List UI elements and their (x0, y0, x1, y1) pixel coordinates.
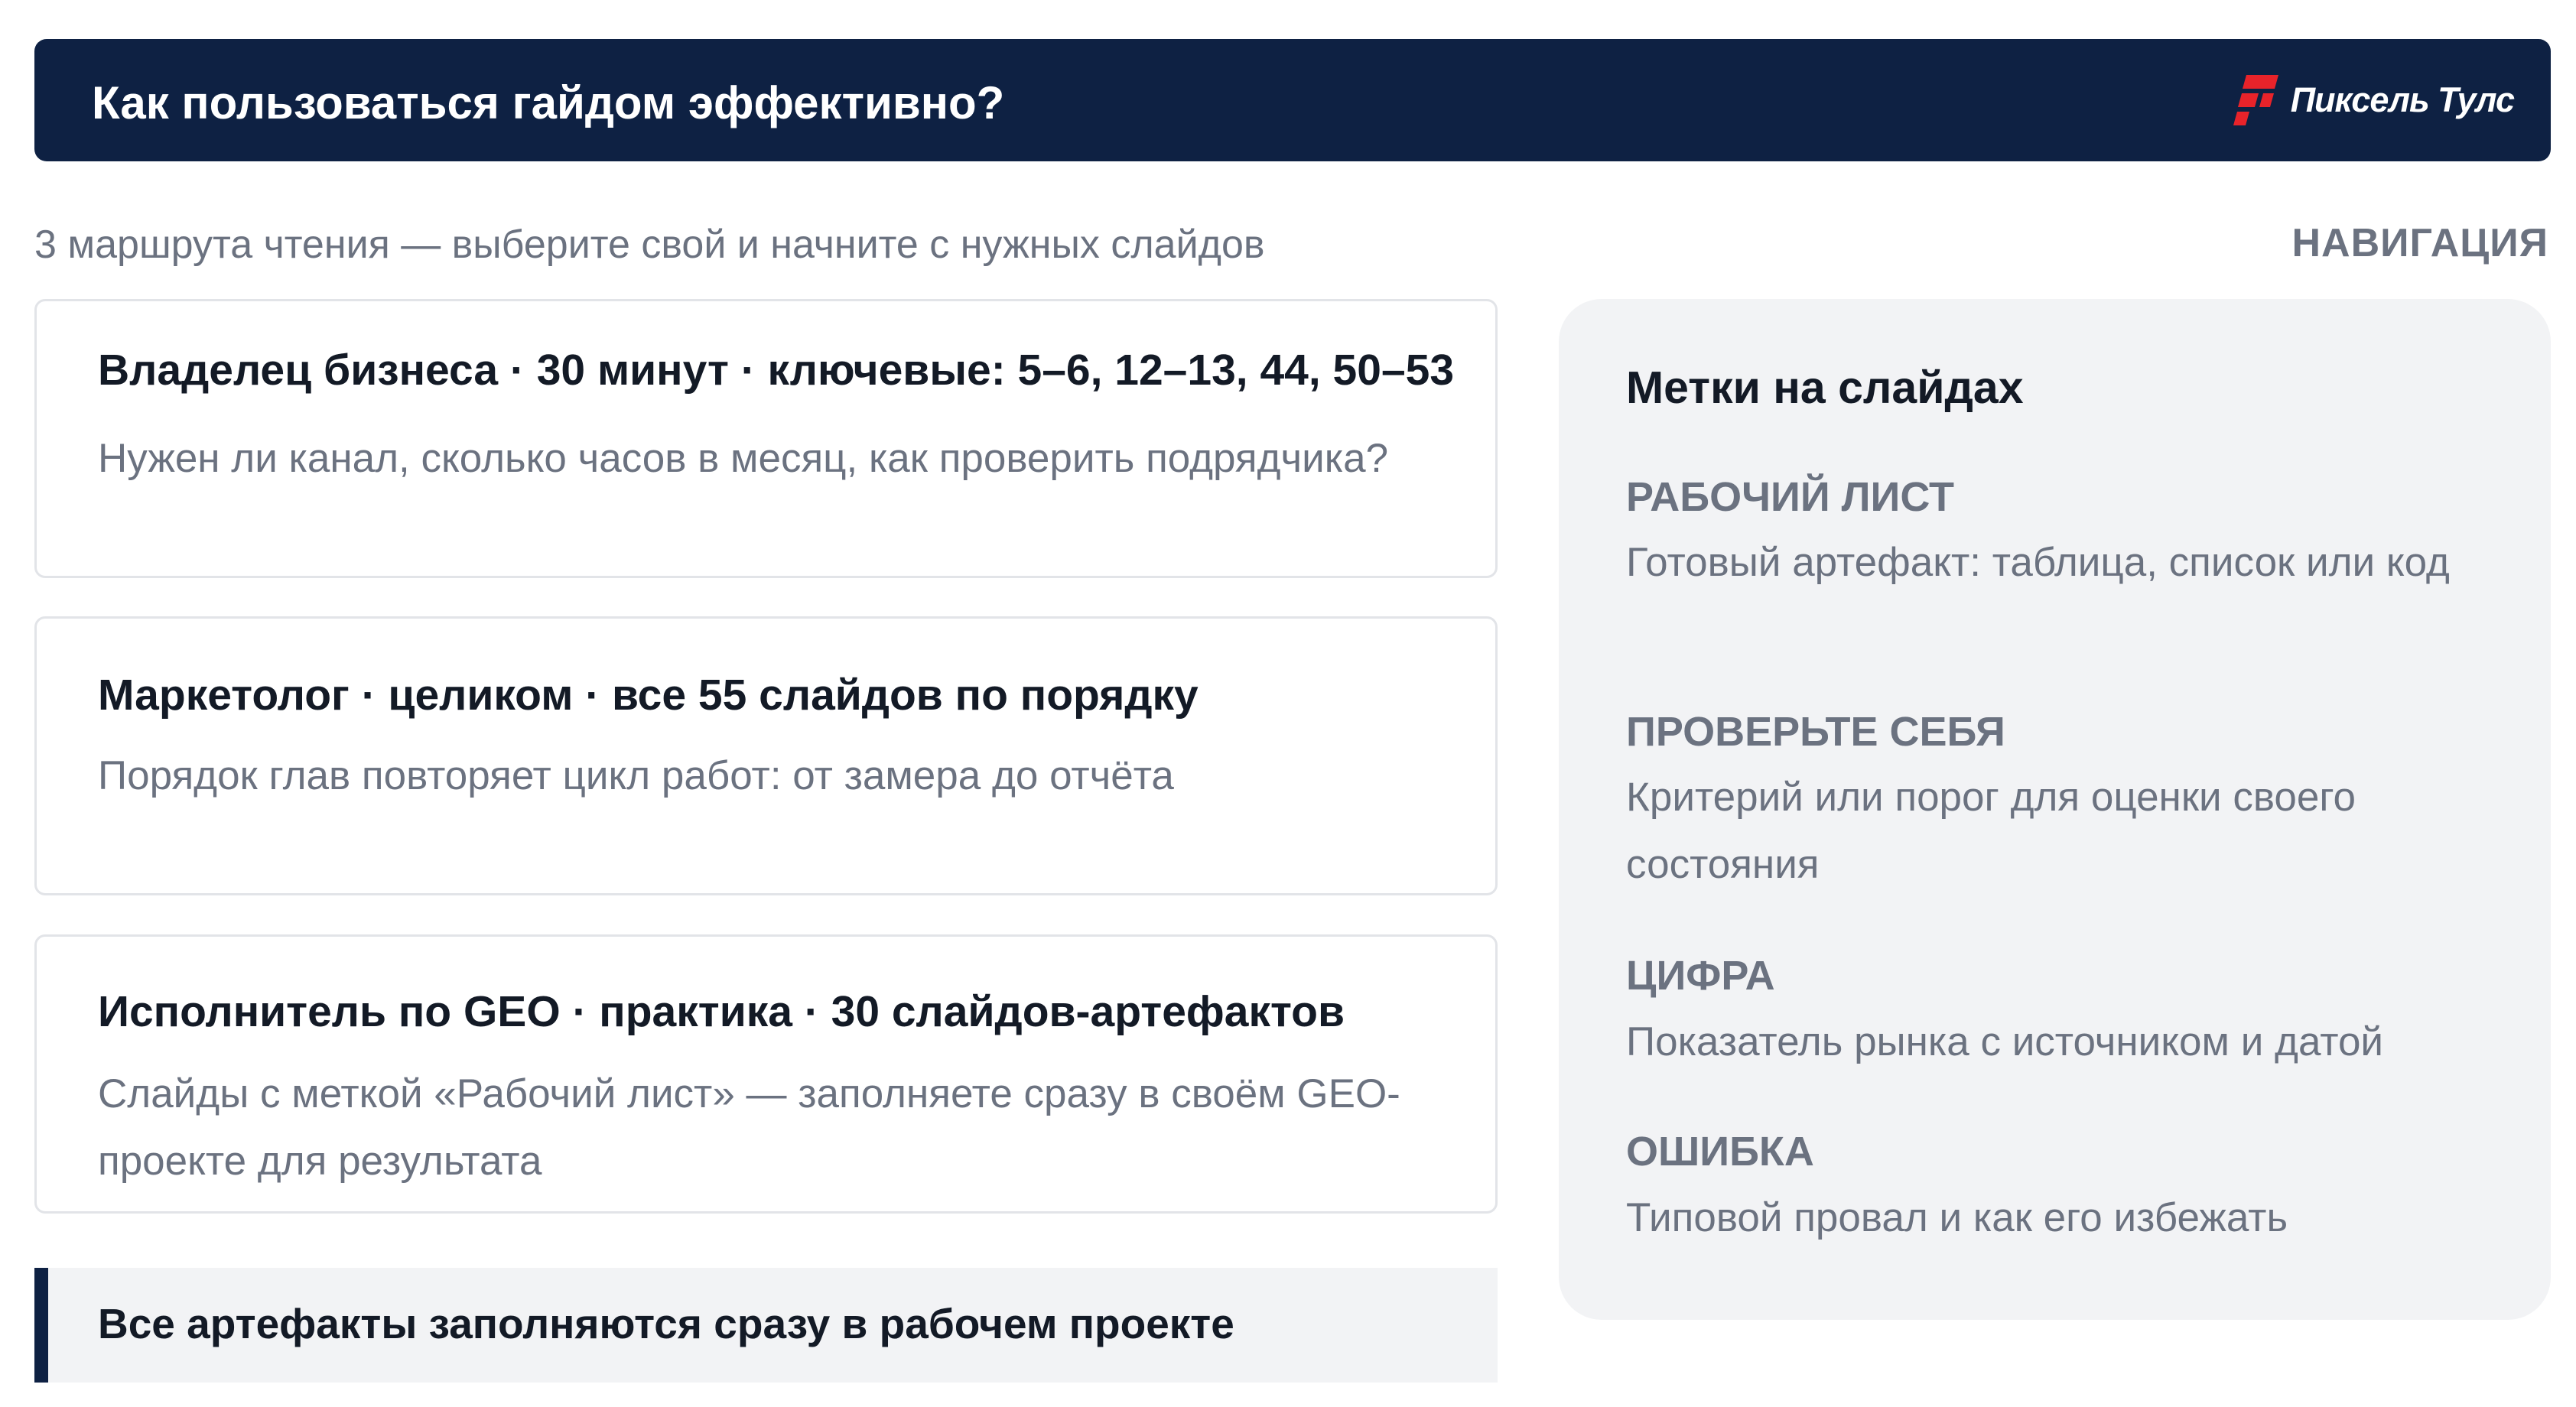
route-title: Исполнитель по GEO · практика · 30 слайд… (98, 987, 1345, 1036)
legend-label-figure: ЦИФРА (1626, 953, 1775, 999)
legend-description-worksheet: Готовый артефакт: таблица, список или ко… (1626, 540, 2450, 585)
legend-panel: Метки на слайдах РАБОЧИЙ ЛИСТ Готовый ар… (1559, 299, 2551, 1320)
legend-description-self-check: Критерий или порог для оценки своего сос… (1626, 775, 2356, 887)
route-description: Порядок глав повторяет цикл работ: от за… (98, 753, 1174, 798)
page-subtitle: 3 маршрута чтения — выберите свой и начн… (34, 223, 1265, 267)
callout-accent-bar (34, 1268, 48, 1383)
header-bar: Как пользоваться гайдом эффективно? Пикс… (34, 39, 2551, 161)
brand-logo: Пиксель Тулс (2233, 73, 2515, 127)
route-title: Маркетолог · целиком · все 55 слайдов по… (98, 671, 1199, 720)
route-description: Нужен ли канал, сколько часов в месяц, к… (98, 436, 1389, 481)
callout-text: Все артефакты заполняются сразу в рабоче… (98, 1300, 1234, 1347)
route-title: Владелец бизнеса · 30 минут · ключевые: … (98, 346, 1455, 395)
route-description: Слайды с меткой «Рабочий лист» — заполня… (98, 1071, 1400, 1184)
route-card-geo-executor: Исполнитель по GEO · практика · 30 слайд… (34, 934, 1498, 1214)
logo-text: Пиксель Тулс (2290, 80, 2515, 119)
pixel-tools-logo-icon (2233, 75, 2278, 125)
legend-label-self-check: ПРОВЕРЬТЕ СЕБЯ (1626, 709, 2005, 755)
route-card-marketer: Маркетолог · целиком · все 55 слайдов по… (34, 616, 1498, 895)
legend-title: Метки на слайдах (1626, 362, 2024, 413)
legend-description-error: Типовой провал и как его избежать (1626, 1195, 2288, 1240)
legend-label-error: ОШИБКА (1626, 1129, 1814, 1175)
route-card-business-owner: Владелец бизнеса · 30 минут · ключевые: … (34, 299, 1498, 578)
legend-description-figure: Показатель рынка с источником и датой (1626, 1019, 2384, 1064)
legend-label-worksheet: РАБОЧИЙ ЛИСТ (1626, 474, 1954, 520)
page-title: Как пользоваться гайдом эффективно? (92, 77, 1005, 128)
callout-box: Все артефакты заполняются сразу в рабоче… (34, 1268, 1498, 1383)
navigation-label: НАВИГАЦИЯ (2291, 221, 2548, 265)
